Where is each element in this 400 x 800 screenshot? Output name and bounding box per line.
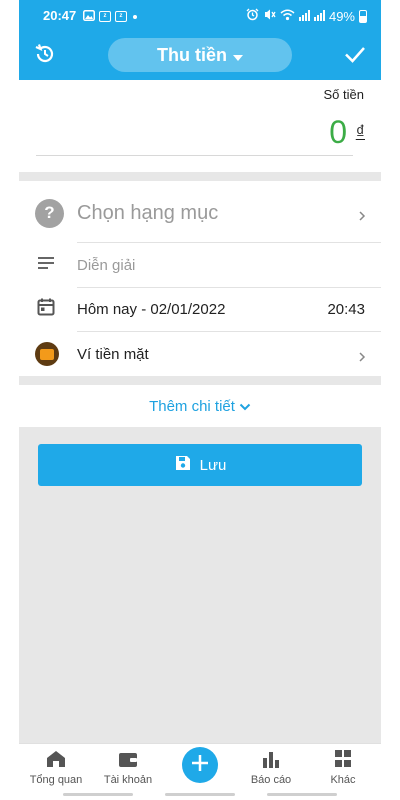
wallet-selector[interactable]: Ví tiền mặt xyxy=(19,341,381,367)
category-placeholder: Chọn hạng mục xyxy=(77,201,219,224)
gesture-bar xyxy=(165,793,235,796)
date-field[interactable]: Hôm nay - 02/01/2022 20:43 xyxy=(19,297,381,321)
grid-icon xyxy=(333,750,353,771)
divider xyxy=(77,287,381,288)
history-icon[interactable] xyxy=(33,42,57,66)
signal-icon xyxy=(298,9,310,24)
zalo-icon: z xyxy=(99,11,111,22)
nav-reports[interactable]: Báo cáo xyxy=(236,750,306,786)
battery-icon xyxy=(359,9,367,23)
amount-card[interactable]: Số tiền 0 ₫ xyxy=(19,80,381,172)
amount-underline xyxy=(36,155,353,156)
divider xyxy=(77,331,381,332)
battery-level: 49% xyxy=(328,8,355,24)
transaction-type-label: Thu tiền xyxy=(157,44,227,65)
more-details-label: Thêm chi tiết xyxy=(149,397,235,415)
save-label: Lưu xyxy=(199,456,227,474)
app-bar: Thu tiền xyxy=(19,30,381,80)
alarm-icon xyxy=(246,8,259,24)
gesture-bar xyxy=(267,793,337,796)
divider xyxy=(77,242,381,243)
nav-accounts[interactable]: Tài khoản xyxy=(93,750,163,786)
caret-down-icon xyxy=(233,45,243,66)
add-transaction-button[interactable] xyxy=(182,747,218,783)
wallet-icon xyxy=(118,750,138,771)
image-icon xyxy=(83,9,95,24)
nav-accounts-label: Tài khoản xyxy=(103,774,153,786)
calendar-icon xyxy=(35,296,57,323)
nav-reports-label: Báo cáo xyxy=(250,774,292,786)
more-notifications-dot xyxy=(133,14,137,19)
amount-value[interactable]: 0 xyxy=(329,114,347,151)
floppy-disk-icon xyxy=(174,454,192,476)
status-time: 20:47 xyxy=(43,8,77,23)
category-selector[interactable]: ? Chọn hạng mục xyxy=(19,195,381,231)
bottom-navigation: Tổng quan Tài khoản Báo cáo Khác xyxy=(19,743,381,800)
nav-overview[interactable]: Tổng quan xyxy=(21,750,91,786)
wallet-label: Ví tiền mặt xyxy=(77,345,149,363)
chevron-right-icon xyxy=(357,208,367,221)
nav-overview-label: Tổng quan xyxy=(29,774,83,786)
currency-symbol: ₫ xyxy=(355,122,365,142)
mute-icon xyxy=(263,8,276,24)
zalo-icon: z xyxy=(115,11,127,22)
status-indicators: 49% xyxy=(246,8,367,24)
transaction-form: ? Chọn hạng mục Diễn giải Hôm nay - 02/0… xyxy=(19,181,381,376)
chevron-down-icon xyxy=(239,398,251,415)
date-value: Hôm nay - 02/01/2022 xyxy=(77,300,226,318)
check-icon[interactable] xyxy=(343,42,367,66)
plus-icon xyxy=(190,753,210,778)
wifi-icon xyxy=(280,9,295,24)
nav-more[interactable]: Khác xyxy=(308,750,378,786)
nav-more-label: Khác xyxy=(330,774,356,786)
description-field[interactable]: Diễn giải xyxy=(19,253,381,277)
notes-icon xyxy=(35,252,57,279)
question-icon: ? xyxy=(35,198,64,228)
home-icon xyxy=(46,750,66,771)
chevron-right-icon xyxy=(357,349,367,362)
gesture-bar xyxy=(63,793,133,796)
amount-label: Số tiền xyxy=(323,87,364,102)
bar-chart-icon xyxy=(261,750,281,771)
description-placeholder: Diễn giải xyxy=(77,256,136,274)
more-details-button[interactable]: Thêm chi tiết xyxy=(19,385,381,427)
wallet-icon xyxy=(35,342,59,366)
save-button[interactable]: Lưu xyxy=(38,444,362,486)
transaction-type-selector[interactable]: Thu tiền xyxy=(108,38,292,72)
app-screen: 20:47 z z 49% Thu tiền Số tiền 0 ₫ ? Chọ… xyxy=(19,0,381,800)
signal-icon xyxy=(313,9,325,24)
notification-icons: z z xyxy=(83,9,137,24)
status-bar: 20:47 z z 49% xyxy=(19,0,381,30)
time-value[interactable]: 20:43 xyxy=(327,301,365,318)
